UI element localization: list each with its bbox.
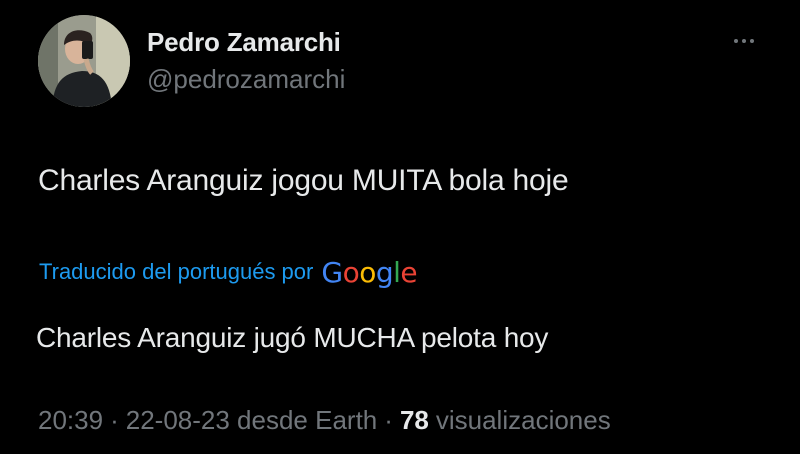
more-horizontal-icon <box>734 39 738 43</box>
google-logo-icon: Google <box>321 255 418 289</box>
views-label[interactable]: visualizaciones <box>436 405 611 436</box>
tweet-metadata: 20:39 · 22-08-23 desde Earth · 78 visual… <box>38 405 611 436</box>
tweet-date-source[interactable]: 22-08-23 desde Earth <box>126 405 378 436</box>
translation-attribution: Traducido del portugués por Google <box>39 255 418 289</box>
tweet-time[interactable]: 20:39 <box>38 405 103 436</box>
separator: · <box>110 405 119 435</box>
translation-label[interactable]: Traducido del portugués por <box>39 259 313 285</box>
more-horizontal-icon <box>750 39 754 43</box>
author-handle[interactable]: @pedrozamarchi <box>147 64 345 95</box>
tweet-text: Charles Aranguiz jogou MUITA bola hoje <box>38 164 569 197</box>
separator: · <box>384 405 393 435</box>
author-display-name[interactable]: Pedro Zamarchi <box>147 27 341 58</box>
translated-text: Charles Aranguiz jugó MUCHA pelota hoy <box>36 322 549 353</box>
more-options-button[interactable] <box>724 30 764 52</box>
avatar[interactable] <box>38 15 130 107</box>
more-horizontal-icon <box>742 39 746 43</box>
tweet-card: Pedro Zamarchi @pedrozamarchi Charles Ar… <box>0 0 800 454</box>
avatar-image <box>38 15 130 107</box>
views-count[interactable]: 78 <box>400 405 429 436</box>
